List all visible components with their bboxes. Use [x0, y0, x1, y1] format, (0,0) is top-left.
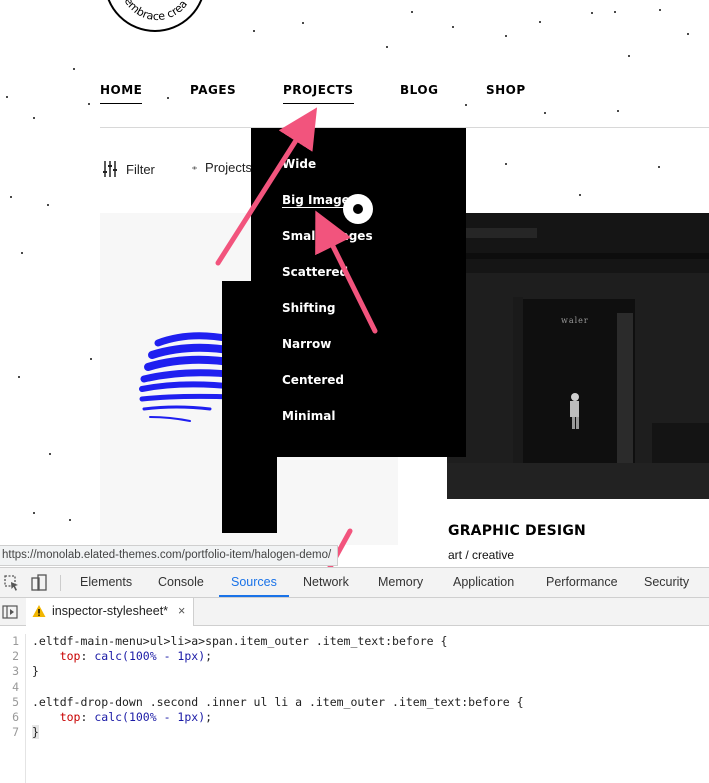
close-tab-icon[interactable]: ×: [178, 604, 185, 626]
dropdown-item-small-images[interactable]: Small Images: [282, 229, 373, 265]
status-bar-url: https://monolab.elated-themes.com/portfo…: [0, 545, 339, 566]
active-tab-indicator: [219, 595, 289, 597]
dropdown-item-shifting[interactable]: Shifting: [282, 301, 373, 337]
dropdown-item-minimal[interactable]: Minimal: [282, 409, 373, 445]
devtools-panel: Elements Console Sources Network Memory …: [0, 567, 709, 783]
eye-icon: [192, 166, 198, 169]
nav-pages[interactable]: PAGES: [190, 83, 236, 103]
filter-label: Filter: [126, 161, 155, 177]
tab-security[interactable]: Security: [644, 575, 689, 589]
book-title-text: waler: [561, 316, 589, 325]
tab-elements[interactable]: Elements: [80, 575, 132, 589]
projects-label: Projects: [205, 160, 252, 175]
portfolio-title[interactable]: GRAPHIC DESIGN: [448, 523, 586, 539]
filter-button[interactable]: Filter: [102, 160, 155, 178]
toolbar-divider: [60, 575, 61, 591]
tab-application[interactable]: Application: [453, 575, 514, 589]
editor-file-bar: inspector-stylesheet* ×: [0, 598, 709, 626]
book-photo: [447, 213, 709, 499]
svg-text:embrace crea: embrace crea: [122, 0, 190, 23]
device-toolbar-icon[interactable]: [30, 574, 48, 592]
dropdown-item-narrow[interactable]: Narrow: [282, 337, 373, 373]
projects-dropdown: Wide Big Images Small Images Scattered S…: [251, 128, 466, 457]
code-line: top: calc(100% - 1px);: [59, 709, 213, 724]
code-line: .eltdf-main-menu>ul>li>a>span.item_outer…: [32, 634, 448, 648]
portfolio-category[interactable]: art / creative: [448, 548, 514, 562]
tab-sources[interactable]: Sources: [231, 575, 277, 589]
code-lines: .eltdf-main-menu>ul>li>a>span.item_outer…: [32, 634, 524, 740]
tab-performance[interactable]: Performance: [546, 575, 618, 589]
projects-view-button[interactable]: Projects: [192, 160, 252, 175]
custom-cursor-icon: [343, 194, 373, 224]
tab-console[interactable]: Console: [158, 575, 204, 589]
nav-blog[interactable]: BLOG: [400, 83, 438, 103]
tab-memory[interactable]: Memory: [378, 575, 423, 589]
code-line: }: [32, 664, 39, 679]
code-line: }: [32, 725, 39, 740]
toggle-navigator-icon[interactable]: [2, 604, 18, 620]
line-number-gutter: 1 2 3 4 5 6 7: [0, 634, 26, 783]
site-logo[interactable]: embrace crea: [104, 0, 206, 32]
code-line: .eltdf-drop-down .second .inner ul li a …: [32, 694, 524, 709]
portfolio-image-right[interactable]: waler: [447, 213, 709, 499]
logo-text: embrace crea: [122, 0, 190, 23]
dropdown-item-centered[interactable]: Centered: [282, 373, 373, 409]
dropdown-item-wide[interactable]: Wide: [282, 157, 373, 193]
code-editor[interactable]: 1 2 3 4 5 6 7 .eltdf-main-menu>ul>li>a>s…: [0, 626, 709, 783]
nav-home[interactable]: HOME: [100, 83, 143, 104]
dropdown-item-scattered[interactable]: Scattered: [282, 265, 373, 301]
main-nav: HOME PAGES PROJECTS BLOG SHOP: [100, 80, 709, 128]
tab-network[interactable]: Network: [303, 575, 349, 589]
devtools-tabbar: Elements Console Sources Network Memory …: [0, 568, 709, 598]
code-line: top: calc(100% - 1px);: [59, 649, 213, 664]
warning-icon: [32, 605, 46, 617]
nav-shop[interactable]: SHOP: [486, 83, 526, 103]
file-tab-inspector-stylesheet[interactable]: inspector-stylesheet* ×: [26, 598, 195, 626]
sliders-icon: [103, 161, 117, 177]
nav-projects[interactable]: PROJECTS: [283, 83, 354, 104]
inspect-element-icon[interactable]: [3, 574, 21, 592]
file-tab-label: inspector-stylesheet*: [52, 604, 169, 618]
